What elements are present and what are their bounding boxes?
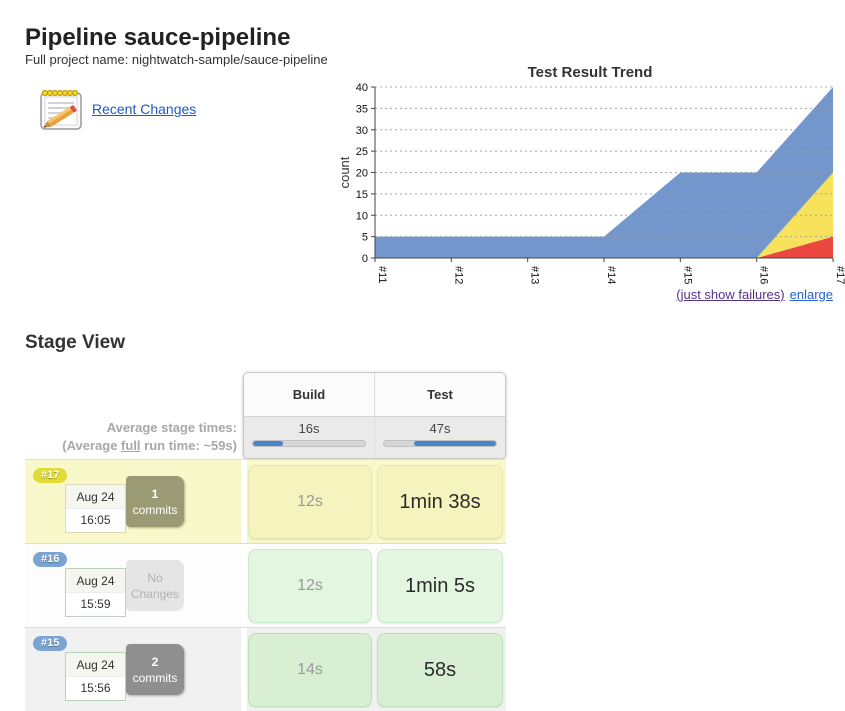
enlarge-link[interactable]: enlarge (790, 287, 833, 302)
just-show-failures-link[interactable]: (just show failures) (676, 287, 784, 302)
stage-cell-build[interactable]: 14s (248, 633, 372, 707)
build-row-17: #17 Aug 24 16:05 1 commits 12s 1min 38s (25, 459, 506, 543)
svg-text:40: 40 (356, 82, 368, 94)
build-datetime[interactable]: Aug 24 16:05 (65, 484, 126, 533)
stage-columns-header: Build Test 16s 47s (243, 372, 506, 459)
test-result-trend: Test Result Trend 0510152025303540#11#12… (335, 60, 845, 305)
build-row-15: #15 Aug 24 15:56 2 commits 14s 58s (25, 627, 506, 711)
average-test-time: 47s (375, 421, 505, 436)
svg-text:#13: #13 (529, 266, 541, 284)
full-project-name: Full project name: nightwatch-sample/sau… (25, 52, 328, 67)
stage-view-heading: Stage View (25, 332, 125, 354)
trend-chart[interactable]: 0 5 10 15 20 25 30 35 40 #11 #12 #13 #14 #15 #16 #17 cou… (335, 60, 845, 292)
stage-cell-test[interactable]: 1min 5s (377, 549, 503, 623)
changes-box[interactable]: 2 commits (126, 644, 184, 695)
average-stage-times-row: 16s 47s (244, 416, 505, 458)
svg-text:10: 10 (356, 210, 368, 222)
svg-text:#15: #15 (681, 266, 693, 284)
column-gutter (241, 544, 247, 627)
svg-text:#11: #11 (376, 266, 388, 284)
notepad-icon[interactable] (37, 86, 85, 132)
svg-text:0: 0 (362, 253, 368, 265)
recent-changes-link[interactable]: Recent Changes (92, 101, 196, 117)
column-header-test: Test (374, 373, 505, 416)
no-changes-box: No Changes (126, 560, 184, 611)
svg-text:count: count (337, 156, 352, 188)
svg-text:15: 15 (356, 189, 368, 201)
stage-cell-build[interactable]: 12s (248, 549, 372, 623)
svg-text:#12: #12 (452, 266, 464, 284)
svg-text:25: 25 (356, 146, 368, 158)
average-build-time: 16s (244, 421, 374, 436)
stage-cell-test[interactable]: 58s (377, 633, 503, 707)
svg-text:5: 5 (362, 232, 368, 244)
build-datetime[interactable]: Aug 24 15:59 (65, 568, 126, 617)
stage-cell-test[interactable]: 1min 38s (377, 465, 503, 539)
svg-text:#17: #17 (834, 266, 845, 284)
average-test-progressbar (383, 440, 497, 447)
column-header-build: Build (244, 373, 374, 416)
svg-text:35: 35 (356, 103, 368, 115)
stage-cell-build[interactable]: 12s (248, 465, 372, 539)
page-title: Pipeline sauce-pipeline (25, 24, 290, 52)
changes-box[interactable]: 1 commits (126, 476, 184, 527)
average-build-progressbar (252, 440, 366, 447)
svg-text:20: 20 (356, 168, 368, 180)
build-badge[interactable]: #17 (33, 468, 67, 483)
svg-text:30: 30 (356, 125, 368, 137)
build-datetime[interactable]: Aug 24 15:56 (65, 652, 126, 701)
build-row-16: #16 Aug 24 15:59 No Changes 12s 1min 5s (25, 543, 506, 627)
build-badge[interactable]: #15 (33, 636, 67, 651)
column-gutter (241, 460, 247, 543)
stage-view-rows: #17 Aug 24 16:05 1 commits 12s 1min 38s … (25, 459, 506, 711)
column-gutter (241, 628, 247, 711)
svg-text:#14: #14 (605, 266, 617, 284)
average-times-label: Average stage times: (Average full run t… (25, 419, 237, 455)
svg-text:#16: #16 (758, 266, 770, 284)
build-badge[interactable]: #16 (33, 552, 67, 567)
